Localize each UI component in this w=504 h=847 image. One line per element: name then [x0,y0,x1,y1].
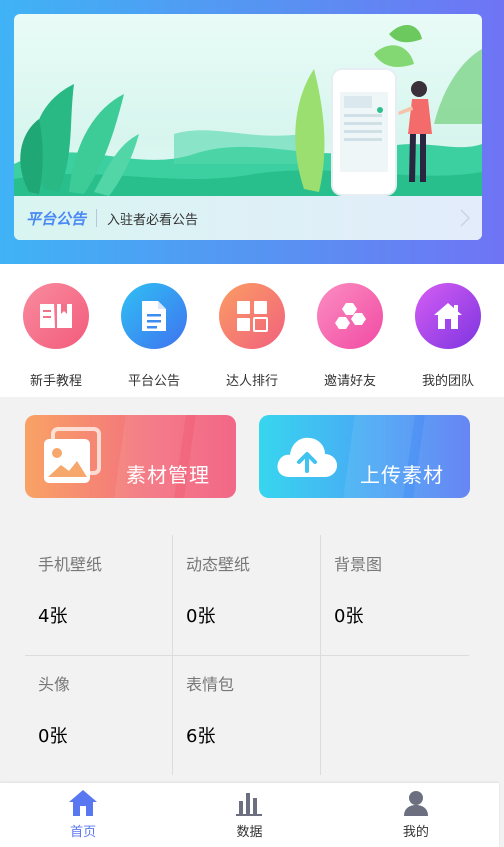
user-icon [403,791,428,816]
stat-value: 6张 [186,726,216,747]
stat-name: 表情包 [186,675,235,694]
grid-icon [219,283,285,349]
tab-mine[interactable]: 我的 [333,783,499,847]
stats-grid: 手机壁纸 4张 动态壁纸 0张 背景图 0张 头像 0张 表情包 6张 [25,535,469,775]
banner-illustration [14,24,482,196]
shortcut-beginner-guide[interactable]: 新手教程 [8,264,104,397]
stat-name: 手机壁纸 [38,555,103,574]
shortcut-platform-notice[interactable]: 平台公告 [106,264,202,397]
home-icon [415,283,481,349]
shortcut-grid: 新手教程 平台公告 达人排行 邀请好友 我的团队 [0,264,504,397]
stat-name: 背景图 [334,555,383,574]
image-icon [44,427,101,483]
bottom-tab-bar: 首页 数据 我的 [0,783,499,847]
shortcut-label: 平台公告 [127,374,180,389]
notice-bar[interactable]: 平台公告 入驻者必看公告 [14,196,482,240]
shortcut-label: 我的团队 [421,374,474,389]
shortcut-my-team[interactable]: 我的团队 [400,264,496,397]
tab-data[interactable]: 数据 [166,783,332,847]
tab-label: 我的 [402,825,429,840]
stat-sticker[interactable]: 表情包 6张 [173,655,321,775]
tab-home[interactable]: 首页 [0,783,166,847]
stat-live-wallpaper[interactable]: 动态壁纸 0张 [173,535,321,655]
shortcut-invite-friends[interactable]: 邀请好友 [302,264,398,397]
stat-phone-wallpaper[interactable]: 手机壁纸 4张 [25,535,173,655]
card-label: 素材管理 [126,463,210,487]
stat-avatar[interactable]: 头像 0张 [25,655,173,775]
stat-value: 4张 [38,606,68,627]
material-management-card[interactable]: 素材管理 [25,415,236,498]
shortcut-label: 新手教程 [29,374,82,389]
home-icon [69,790,98,816]
stat-value: 0张 [334,606,364,627]
upload-material-card[interactable]: 上传素材 [259,415,470,498]
cloud-upload-icon [277,437,338,477]
announcement-banner[interactable]: 平台公告 入驻者必看公告 [14,14,482,240]
divider [96,209,98,227]
hexagons-icon [317,283,383,349]
tab-label: 首页 [70,825,97,840]
stat-background[interactable]: 背景图 0张 [321,535,469,655]
chevron-right-icon[interactable] [460,209,470,227]
notice-logo: 平台公告 [26,209,87,228]
shortcut-expert-ranking[interactable]: 达人排行 [204,264,300,397]
book-icon [23,283,89,349]
stat-name: 动态壁纸 [186,555,251,574]
tab-label: 数据 [236,825,263,840]
shortcut-label: 达人排行 [225,374,278,389]
stat-name: 头像 [38,675,71,694]
shortcut-label: 邀请好友 [323,374,376,389]
stat-value: 0张 [186,606,216,627]
document-icon [121,283,187,349]
stat-value: 0张 [38,726,68,747]
card-label: 上传素材 [360,463,444,487]
bar-chart-icon [236,793,263,816]
header-banner-area: 平台公告 入驻者必看公告 [0,0,504,264]
notice-text: 入驻者必看公告 [107,212,199,228]
